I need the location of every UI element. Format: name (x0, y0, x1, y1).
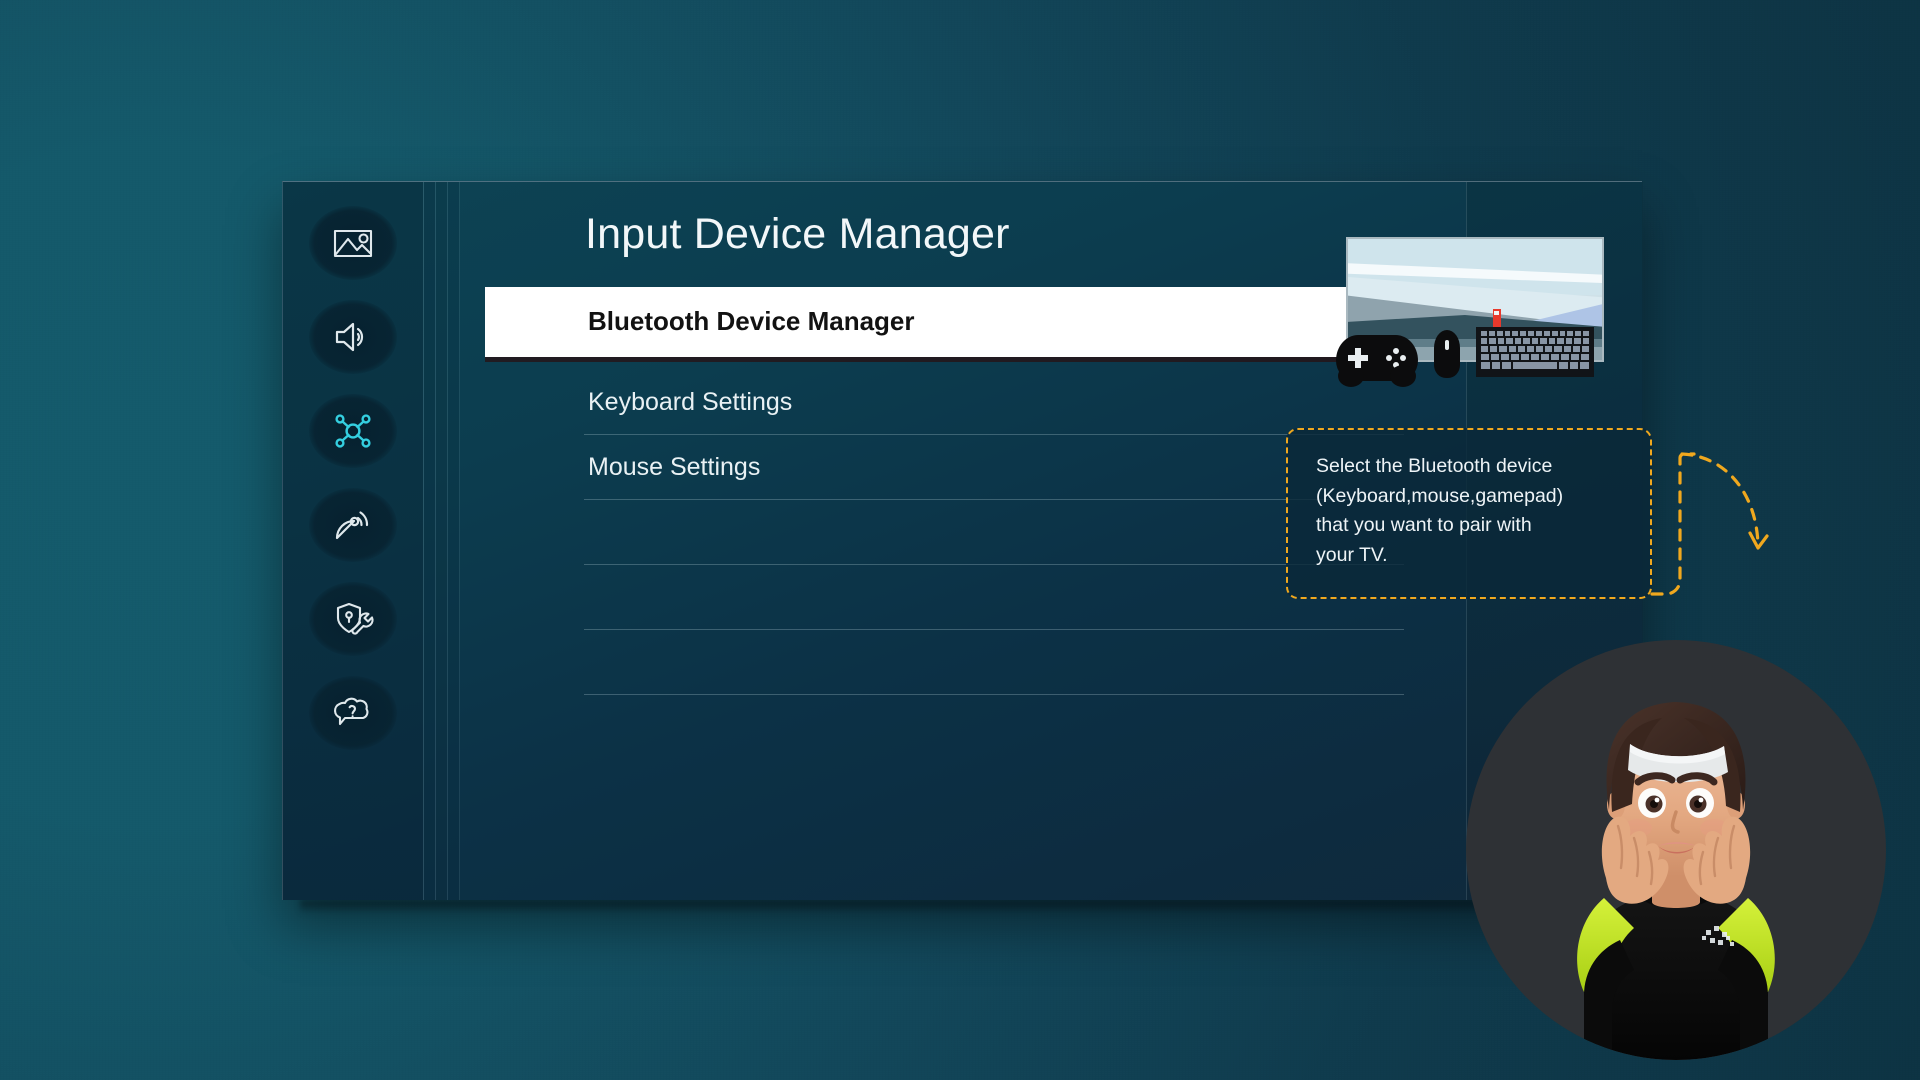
avatar-circle-background (1466, 640, 1886, 1060)
shield-wrench-icon (332, 600, 374, 638)
assistant-avatar (1466, 640, 1886, 1060)
panel-shadow (300, 900, 1652, 914)
tooltip-callout: Select the Bluetooth device (Keyboard,mo… (1286, 428, 1652, 599)
sidebar-item-connection[interactable] (309, 394, 397, 468)
sidebar-item-support[interactable] (309, 676, 397, 750)
gamepad-button (1386, 355, 1392, 361)
broadcast-icon (333, 506, 373, 544)
tooltip-connector-arrow (1650, 452, 1769, 596)
menu-item-label: Keyboard Settings (588, 387, 793, 416)
panel-edge-line-1 (423, 182, 424, 900)
gamepad-button (1400, 355, 1406, 361)
page-title: Input Device Manager (585, 210, 1010, 258)
menu-item-keyboard-settings[interactable]: Keyboard Settings (460, 370, 1466, 435)
menu-item-bluetooth-device-manager[interactable]: Bluetooth Device Manager (485, 287, 1449, 357)
menu-item-label: Bluetooth Device Manager (588, 305, 915, 336)
tv-with-input-devices-illustration (1336, 237, 1604, 407)
panel-edge-fill-1 (424, 182, 435, 900)
panel-edge-line-2 (435, 182, 436, 900)
sidebar-item-picture[interactable] (309, 206, 397, 280)
sidebar-item-sound[interactable] (309, 300, 397, 374)
keyboard-row (1481, 346, 1590, 352)
sidebar-item-broadcasting[interactable] (309, 488, 397, 562)
gamepad-button (1393, 348, 1399, 354)
menu-item-empty[interactable] (460, 630, 1466, 695)
keyboard-icon (1476, 327, 1594, 377)
tooltip-text: Select the Bluetooth device (Keyboard,mo… (1316, 455, 1564, 566)
menu-item-empty[interactable] (460, 695, 1466, 760)
sound-icon (333, 320, 373, 354)
panel-edge-fill-2 (436, 182, 447, 900)
scene-lighthouse (1493, 309, 1501, 329)
sidebar-item-general-privacy[interactable] (309, 582, 397, 656)
menu-gap (460, 357, 1466, 370)
help-bubble-icon (332, 696, 374, 730)
tv-settings-screen: Input Device Manager Bluetooth Device Ma… (0, 0, 1920, 1080)
picture-icon (333, 227, 373, 259)
keyboard-row (1481, 338, 1590, 344)
panel-edge-fill-3 (448, 182, 459, 900)
keyboard-row (1481, 362, 1590, 369)
gamepad-icon (1336, 335, 1418, 387)
mouse-icon (1434, 330, 1460, 378)
connection-icon (332, 411, 374, 451)
gamepad-button (1393, 362, 1399, 368)
keyboard-row (1481, 354, 1589, 360)
gamepad-dpad-vertical (1355, 348, 1361, 368)
settings-icon-rail (283, 182, 423, 900)
menu-item-label: Mouse Settings (588, 452, 761, 481)
avatar-illustration (1577, 702, 1775, 1060)
panel-edge-line-3 (447, 182, 448, 900)
mouse-scroll-wheel (1445, 340, 1449, 350)
keyboard-row (1481, 331, 1590, 336)
